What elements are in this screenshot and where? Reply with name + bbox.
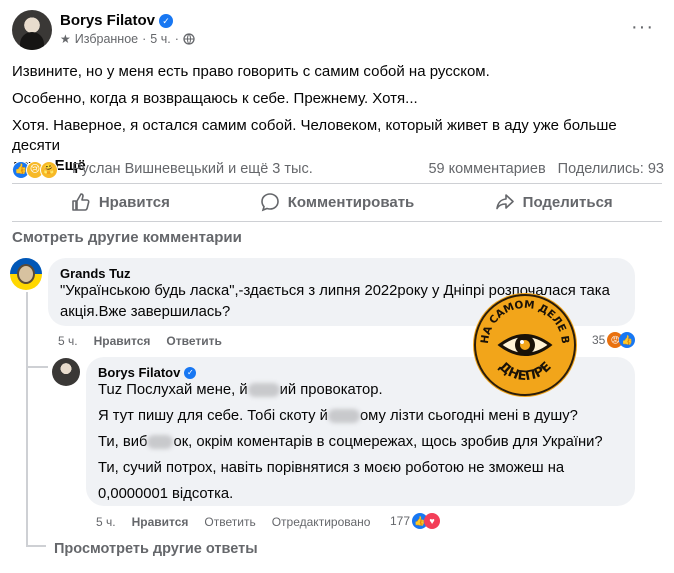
comment-time[interactable]: 5 ч. [58,334,78,348]
post-time[interactable]: 5 ч. [150,32,170,46]
comment-reactions[interactable]: 35 😡 👍 [592,332,636,348]
reaction-names[interactable]: Руслан Вишневецький и ещё 3 тыс. [72,161,313,177]
audience-label[interactable]: Избранное [75,32,138,46]
commenter-avatar[interactable] [10,258,42,290]
post-paragraph: Извините, но у меня есть право говорить … [12,63,490,80]
reply-actions: 5 ч. Нравится Ответить Отредактировано [96,515,370,529]
share-button[interactable]: Поделиться [445,188,662,216]
reply-like-button[interactable]: Нравится [132,515,189,529]
comment-button[interactable]: Комментировать [229,188,446,216]
like-button[interactable]: Нравится [12,188,229,216]
reactions-summary: 👍 😢 🤗 Руслан Вишневецький и ещё 3 тыс. 5… [12,160,664,180]
post-paragraph: Особенно, когда я возвращаюсь к себе. Пр… [12,90,418,107]
author-avatar[interactable] [12,10,52,50]
divider [12,183,662,184]
na-samom-dele-v-dnepre-logo: НА САМОМ ДЕЛЕ В ДНЕПРЕ [473,293,577,397]
censored-blur [327,409,360,424]
comment-bubble-icon [260,193,279,212]
comments-count[interactable]: 59 комментариев [428,161,545,177]
comment-like-button[interactable]: Нравится [94,334,151,348]
like-reaction-icon: 👍 [619,332,636,348]
censored-blur [247,383,280,398]
divider [12,221,662,222]
globe-icon [183,33,195,45]
thread-line [26,545,46,547]
comment-actions: 5 ч. Нравится Ответить [58,334,222,348]
love-reaction-icon: ♥ [424,513,441,529]
reaction-icons[interactable]: 👍 😢 🤗 [12,161,58,179]
view-more-comments-link[interactable]: Смотреть другие комментарии [12,229,242,246]
edited-label: Отредактировано [271,515,371,529]
care-reaction-icon: 🤗 [40,161,58,179]
reply-author-avatar[interactable] [52,358,80,386]
commenter-name[interactable]: Grands Tuz [60,266,623,281]
verified-badge-icon: ✓ [159,13,174,28]
censored-blur [147,435,174,450]
author-name[interactable]: Borys Filatov [60,12,155,29]
comment-reply-button[interactable]: Ответить [166,334,221,348]
star-icon: ★ [60,32,71,46]
reply-time[interactable]: 5 ч. [96,515,116,529]
thread-line [26,366,48,368]
shares-count[interactable]: Поделились: 93 [558,161,664,177]
more-options-icon[interactable]: ··· [631,16,654,39]
post-header: Borys Filatov ✓ ★ Избранное · 5 ч. · ··· [12,10,662,54]
share-arrow-icon [495,194,514,210]
action-bar: Нравится Комментировать Поделиться [12,188,662,216]
view-more-replies-link[interactable]: Просмотреть другие ответы [54,541,258,557]
facebook-post: Borys Filatov ✓ ★ Избранное · 5 ч. · ···… [0,0,674,573]
thread-line [26,292,28,546]
reply-reply-button[interactable]: Ответить [204,515,255,529]
post-meta: ★ Избранное · 5 ч. · [60,32,195,46]
reply-reactions[interactable]: 177 👍 ♥ [390,513,441,529]
thumbs-up-icon [72,193,90,211]
